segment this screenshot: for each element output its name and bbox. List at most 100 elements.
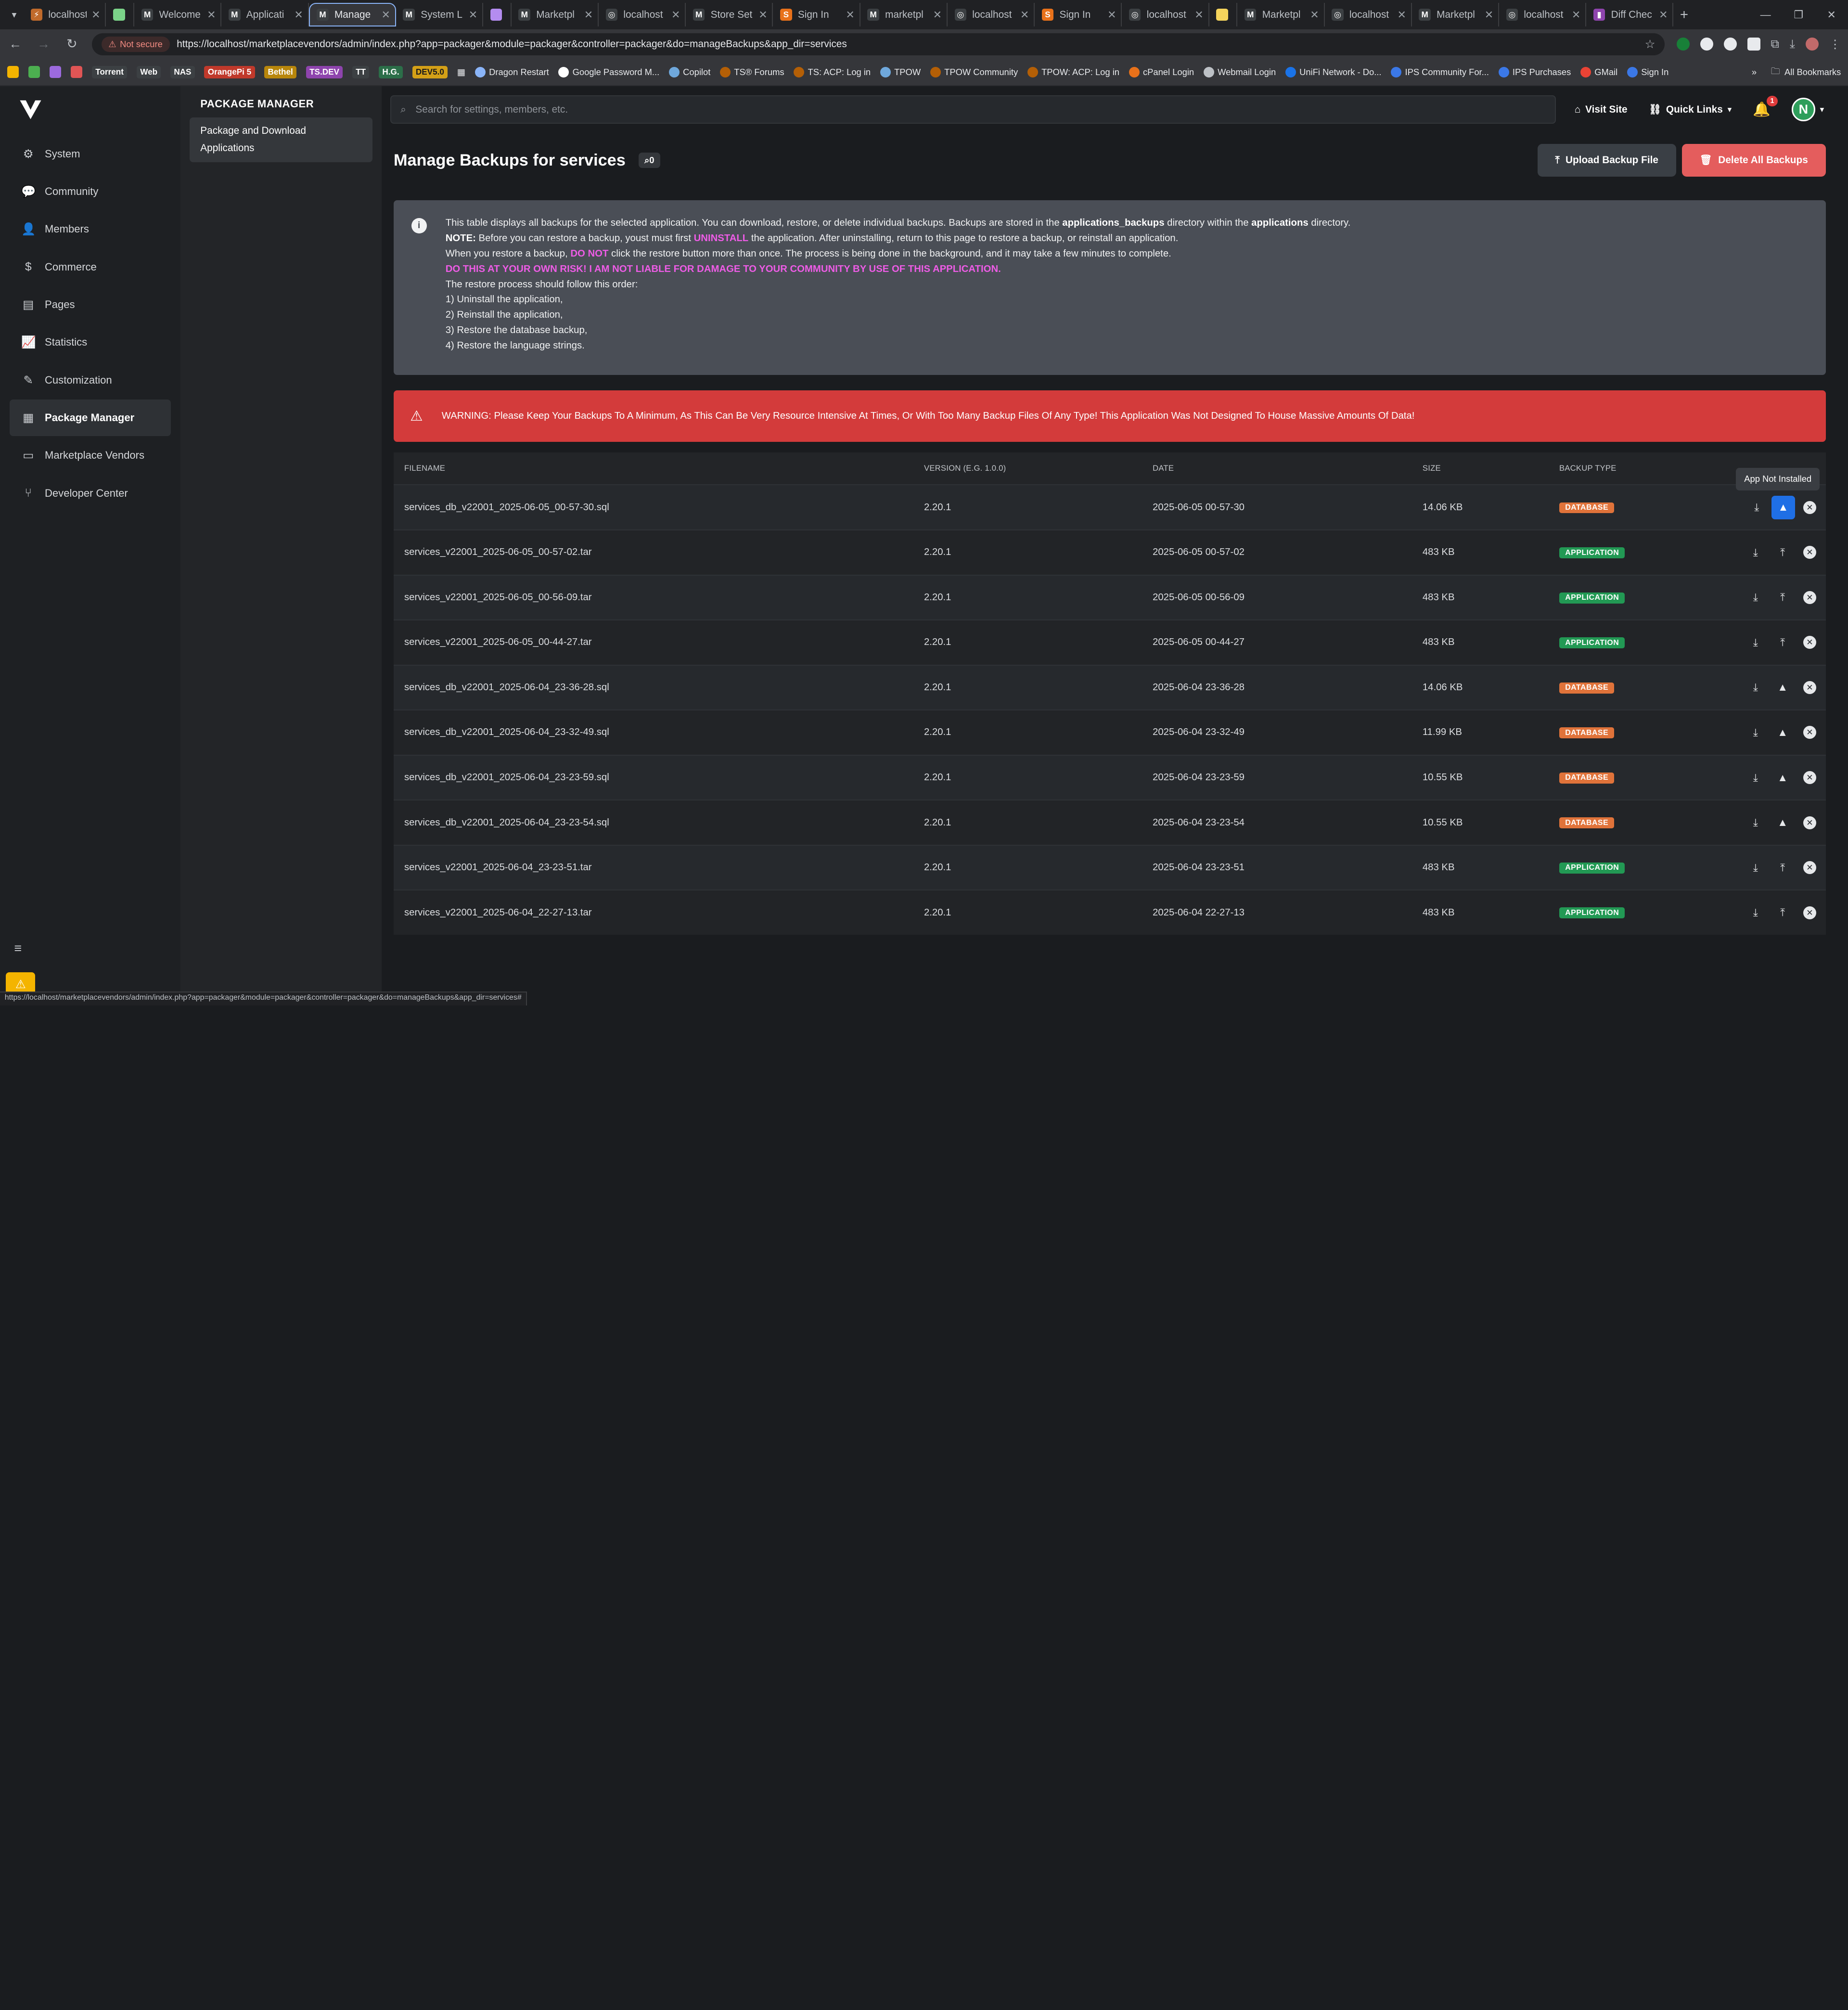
browser-tab[interactable]: M Store Set ✕ xyxy=(686,3,773,27)
bookmark-tsdev[interactable]: TS.DEV xyxy=(306,65,343,78)
restore-upload-icon[interactable]: ⤒ xyxy=(1776,906,1789,919)
delete-circle-icon[interactable]: ✕ xyxy=(1803,546,1816,559)
browser-tab[interactable]: ◎ localhost ✕ xyxy=(1325,3,1412,27)
delete-circle-icon[interactable]: ✕ xyxy=(1803,591,1816,604)
bookmark-item[interactable]: Dragon Restart xyxy=(475,66,549,77)
bookmark-web[interactable]: Web xyxy=(136,65,161,78)
bookmark-item[interactable]: IPS Purchases xyxy=(1498,66,1571,77)
browser-tab[interactable]: M Applicati ✕ xyxy=(221,3,309,27)
download-icon[interactable]: ⤓ xyxy=(1749,861,1762,874)
bookmark-green-icon[interactable] xyxy=(28,66,40,78)
forward-icon[interactable]: → xyxy=(35,37,51,52)
download-icon[interactable]: ⤓ xyxy=(1750,501,1763,514)
download-icon[interactable]: ⤓ xyxy=(1749,816,1762,829)
tab-close-icon[interactable]: ✕ xyxy=(846,9,854,21)
quick-links-dropdown[interactable]: ⛓ Quick Links ▾ xyxy=(1649,104,1732,116)
browser-tab[interactable]: M Welcome ✕ xyxy=(134,3,222,27)
bookmark-purple-icon[interactable] xyxy=(49,66,62,78)
extension-green-icon[interactable] xyxy=(1676,38,1690,51)
restore-warning-icon[interactable]: ▲ xyxy=(1776,726,1789,739)
tab-close-icon[interactable]: ✕ xyxy=(1397,9,1406,21)
restore-warning-icon[interactable]: ▲ xyxy=(1776,681,1789,694)
bookmark-item[interactable]: TPOW xyxy=(880,66,921,77)
browser-tab[interactable]: ◎ localhost ✕ xyxy=(1122,3,1209,27)
tab-search-icon[interactable]: ▾ xyxy=(5,5,24,24)
bookmark-orangepi[interactable]: OrangePi 5 xyxy=(204,65,255,78)
browser-tab[interactable]: M Manage ✕ xyxy=(308,3,396,27)
sidebar-item-community[interactable]: 💬 Community xyxy=(10,173,171,210)
tab-close-icon[interactable]: ✕ xyxy=(1107,9,1116,21)
bookmark-item[interactable]: UniFi Network - Do... xyxy=(1285,66,1382,77)
delete-circle-icon[interactable]: ✕ xyxy=(1803,861,1816,875)
tab-close-icon[interactable]: ✕ xyxy=(207,9,216,21)
sidebar-item-system[interactable]: ⚙ System xyxy=(10,136,171,172)
tab-close-icon[interactable]: ✕ xyxy=(1020,9,1029,21)
address-bar[interactable]: ⚠ Not secure https://localhost/marketplac… xyxy=(91,33,1665,56)
bookmark-yellow-icon[interactable] xyxy=(7,66,19,78)
notifications-bell-icon[interactable]: 🔔 1 xyxy=(1753,95,1778,118)
browser-menu-icon[interactable]: ⋮ xyxy=(1829,37,1841,52)
browser-tab[interactable]: ◎ localhost ✕ xyxy=(599,3,686,27)
extensions-puzzle-icon[interactable]: ⧉ xyxy=(1771,38,1779,51)
browser-tab[interactable]: S Sign In ✕ xyxy=(1035,3,1122,27)
bookmark-item[interactable]: TS® Forums xyxy=(719,66,784,77)
browser-tab[interactable]: M Marketpl ✕ xyxy=(1412,3,1499,27)
browser-tab[interactable]: S Sign In ✕ xyxy=(773,3,860,27)
restore-warning-icon[interactable]: ▲ xyxy=(1776,771,1789,784)
minimize-icon[interactable]: — xyxy=(1749,9,1782,21)
delete-circle-icon[interactable]: ✕ xyxy=(1803,636,1816,649)
sidebar-item-customization[interactable]: ✎ Customization xyxy=(10,362,171,399)
bookmark-tt[interactable]: TT xyxy=(352,65,370,78)
sidebar-item-marketplace-vendors[interactable]: ▭ Marketplace Vendors xyxy=(10,437,171,474)
browser-tab[interactable] xyxy=(483,3,512,27)
bookmark-item[interactable]: TPOW Community xyxy=(930,66,1018,77)
profile-icon[interactable] xyxy=(1805,38,1819,51)
browser-tab[interactable]: M Marketpl ✕ xyxy=(1237,3,1325,27)
header-date[interactable]: DATE xyxy=(1153,464,1423,473)
tab-close-icon[interactable]: ✕ xyxy=(1659,9,1668,21)
all-bookmarks[interactable]: » 🗀 All Bookmarks xyxy=(1752,64,1841,80)
sidebar-item-commerce[interactable]: $ Commerce xyxy=(10,249,171,285)
tab-close-icon[interactable]: ✕ xyxy=(469,9,477,21)
delete-circle-icon[interactable]: ✕ xyxy=(1803,726,1816,739)
browser-tab[interactable]: Mmarketpl ✕ xyxy=(860,3,948,27)
upload-backup-button[interactable]: ⤒ Upload Backup File xyxy=(1537,143,1676,177)
bookmark-item[interactable]: Sign In xyxy=(1627,66,1668,77)
browser-tab[interactable] xyxy=(1209,3,1238,27)
tab-close-icon[interactable]: ✕ xyxy=(294,9,303,21)
tab-close-icon[interactable]: ✕ xyxy=(1572,9,1580,21)
browser-tab[interactable]: ▮ Diff Chec ✕ xyxy=(1586,3,1674,27)
sidebar-item-pages[interactable]: ▤ Pages xyxy=(10,286,171,323)
tab-close-icon[interactable]: ✕ xyxy=(584,9,593,21)
tab-close-icon[interactable]: ✕ xyxy=(91,9,100,21)
url-text[interactable]: https://localhost/marketplacevendors/adm… xyxy=(177,39,847,50)
restore-warning-icon[interactable]: ▲ xyxy=(1771,495,1795,519)
bookmark-torrent[interactable]: Torrent xyxy=(91,65,128,78)
back-icon[interactable]: ← xyxy=(7,37,24,52)
reload-icon[interactable]: ↻ xyxy=(64,37,80,52)
bookmark-item[interactable]: TPOW: ACP: Log in xyxy=(1027,66,1119,77)
visit-site-link[interactable]: ⌂ Visit Site xyxy=(1575,104,1628,116)
bookmark-red-icon[interactable] xyxy=(70,66,83,78)
tab-close-icon[interactable]: ✕ xyxy=(1310,9,1319,21)
delete-circle-icon[interactable]: ✕ xyxy=(1803,906,1816,919)
browser-tab[interactable]: M System L ✕ xyxy=(396,3,484,27)
bookmark-item[interactable]: Webmail Login xyxy=(1203,66,1276,77)
bookmark-nas[interactable]: NAS xyxy=(170,65,195,78)
bookmark-item[interactable]: Google Password M... xyxy=(558,66,659,77)
tab-close-icon[interactable]: ✕ xyxy=(933,9,942,21)
close-window-icon[interactable]: ✕ xyxy=(1815,9,1848,21)
download-icon[interactable]: ⤓ xyxy=(1749,906,1762,919)
restore-upload-icon[interactable]: ⤒ xyxy=(1776,636,1789,649)
bookmark-item[interactable]: TS: ACP: Log in xyxy=(794,66,871,77)
sidebar-item-members[interactable]: 👤 Members xyxy=(10,211,171,247)
download-icon[interactable]: ⤓ xyxy=(1749,636,1762,649)
extension-chat-icon[interactable] xyxy=(1747,38,1760,51)
header-size[interactable]: SIZE xyxy=(1423,464,1559,473)
browser-tab[interactable]: ◎ localhost ✕ xyxy=(948,3,1035,27)
bookmark-hg[interactable]: H.G. xyxy=(379,65,403,78)
tab-close-icon[interactable]: ✕ xyxy=(758,9,767,21)
browser-tab[interactable]: M Marketpl ✕ xyxy=(512,3,599,27)
header-backup-type[interactable]: BACKUP TYPE xyxy=(1559,464,1716,473)
delete-all-backups-button[interactable]: 🗑 Delete All Backups xyxy=(1681,143,1826,177)
